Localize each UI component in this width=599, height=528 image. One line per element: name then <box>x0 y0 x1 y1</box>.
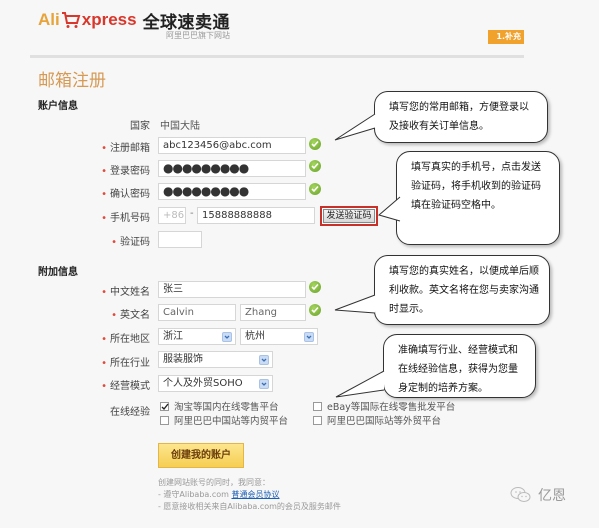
callout-pointer <box>335 370 385 398</box>
logo-chinese-text: 全球速卖通 <box>142 12 231 33</box>
region-label: • 所在地区 <box>101 334 150 345</box>
send-code-label: 发送验证码 <box>323 209 375 223</box>
business-mode-label: • 经营模式 <box>101 381 150 392</box>
chevron-down-icon <box>222 332 232 342</box>
checkbox[interactable] <box>160 415 169 425</box>
callout-pointer <box>377 196 401 222</box>
country-code-input[interactable]: +86 <box>158 207 186 224</box>
logo-xpress-text: xpress <box>81 10 137 29</box>
member-agreement-link[interactable]: 普通会员协议 <box>231 490 279 499</box>
logo-subtitle: 阿里巴巴旗下网站 <box>166 31 230 40</box>
chevron-down-icon <box>304 332 314 342</box>
last-name-input[interactable]: Zhang <box>240 304 306 321</box>
callout-industry: 准确填写行业、经营模式和在线经验信息，获得为您量身定制的培养方案。 <box>383 334 536 398</box>
country-value: 中国大陆 <box>160 121 200 132</box>
experience-option[interactable]: 阿里巴巴国际站等外贸平台 <box>313 413 441 427</box>
callout-phone: 填写真实的手机号，点击发送验证码，将手机收到的验证码填在验证码空格中。 <box>396 151 560 245</box>
logo-ali-text: Ali <box>38 10 60 29</box>
cart-icon <box>61 12 81 28</box>
send-code-button[interactable]: 发送验证码 <box>320 206 378 226</box>
section-title-extra: 附加信息 <box>38 267 78 278</box>
business-mode-select[interactable]: 个人及外贸SOHO <box>158 375 273 392</box>
callout-pointer <box>334 294 376 314</box>
phone-label: • 手机号码 <box>101 213 150 224</box>
page-title: 邮箱注册 <box>38 71 106 91</box>
aliexpress-logo[interactable]: Ali xpress 全球速卖通 <box>38 8 231 33</box>
email-input[interactable]: abc123456@abc.com <box>158 137 306 154</box>
wechat-icon <box>510 487 531 502</box>
create-account-button[interactable]: 创建我的账户 <box>158 443 244 468</box>
chinese-name-input[interactable]: 张三 <box>158 281 306 298</box>
first-name-input[interactable]: Calvin <box>158 304 236 321</box>
confirm-password-label: • 确认密码 <box>101 189 150 200</box>
callout-pointer <box>334 113 376 141</box>
section-title-account: 账户信息 <box>38 101 78 112</box>
province-select[interactable]: 浙江 <box>158 328 236 345</box>
step-badge: 1.补充 <box>488 30 524 44</box>
checkbox[interactable] <box>313 401 322 411</box>
terms-line-1: - 遵守Alibaba.com 普通会员协议 <box>158 490 280 499</box>
password-label: • 登录密码 <box>101 166 150 177</box>
checkbox-checked[interactable] <box>160 401 169 411</box>
email-label: • 注册邮箱 <box>101 143 150 154</box>
industry-select[interactable]: 服装服饰 <box>158 351 273 368</box>
experience-option[interactable]: eBay等国际在线零售批发平台 <box>313 399 455 413</box>
phone-separator: - <box>190 208 194 219</box>
code-label: • 验证码 <box>111 237 150 248</box>
callout-name: 填写您的真实姓名，以便成单后顺利收款。英文名将在您与卖家沟通时显示。 <box>374 255 550 325</box>
check-icon <box>309 281 321 293</box>
industry-label: • 所在行业 <box>101 358 150 369</box>
confirm-password-input[interactable]: ●●●●●●●●● <box>158 183 306 200</box>
check-icon <box>309 160 321 172</box>
city-select[interactable]: 杭州 <box>240 328 318 345</box>
password-input[interactable]: ●●●●●●●●● <box>158 160 306 177</box>
header-divider <box>30 55 524 58</box>
terms-intro: 创建网站账号的同时，我同意： <box>158 478 270 487</box>
check-icon <box>309 183 321 195</box>
experience-option[interactable]: 淘宝等国内在线零售平台 <box>160 399 279 413</box>
check-icon <box>309 138 321 150</box>
experience-option[interactable]: 阿里巴巴中国站等内贸平台 <box>160 413 288 427</box>
chinese-name-label: • 中文姓名 <box>101 287 150 298</box>
watermark: 亿恩 <box>510 485 566 505</box>
check-icon <box>309 304 321 316</box>
chevron-down-icon <box>259 379 269 389</box>
callout-email: 填写您的常用邮箱，方便登录以及接收有关订单信息。 <box>374 91 548 143</box>
terms-line-2: - 愿意接收相关来自Alibaba.com的会员及服务邮件 <box>158 502 341 511</box>
chevron-down-icon <box>259 355 269 365</box>
phone-input[interactable]: 15888888888 <box>197 207 315 224</box>
country-label: 国家 <box>130 121 150 132</box>
english-name-label: • 英文名 <box>111 310 150 321</box>
experience-label: 在线经验 <box>110 407 150 418</box>
verification-code-input[interactable] <box>158 231 202 248</box>
checkbox[interactable] <box>313 415 322 425</box>
